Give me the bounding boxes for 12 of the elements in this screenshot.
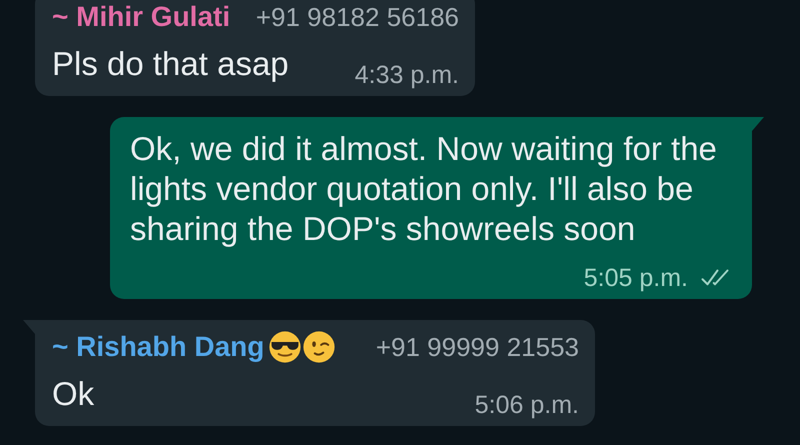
message-text: Pls do that asap: [52, 44, 289, 84]
message-time: 5:06 p.m.: [474, 390, 579, 420]
winking-face-icon: [302, 330, 336, 364]
message-time: 5:05 p.m.: [584, 264, 688, 292]
phone-number: +91 99999 21553: [376, 332, 579, 362]
message-text: Ok, we did it almost. Now waiting for the lights vendor quotation only. I'll also be sharing the DOP's showreels soon: [130, 129, 718, 249]
message-text: Ok: [52, 374, 94, 414]
sender-name: ~ Mihir Gulati: [52, 1, 230, 33]
message-time: 4:33 p.m.: [354, 60, 459, 90]
sender-name: ~ Rishabh Dang: [52, 331, 264, 363]
sunglasses-face-icon: [268, 330, 302, 364]
phone-number: +91 98182 56186: [256, 2, 459, 32]
